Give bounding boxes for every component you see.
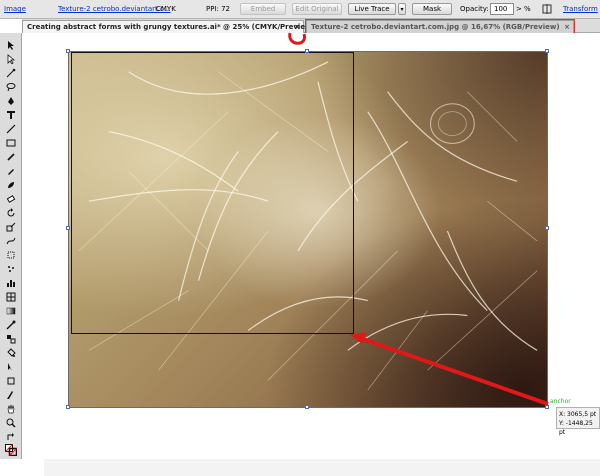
embed-button[interactable]: Embed [240, 3, 286, 15]
zoom-tool-icon[interactable] [3, 417, 19, 428]
warp-tool-icon[interactable] [3, 235, 19, 246]
magic-wand-tool-icon[interactable] [3, 67, 19, 78]
mesh-tool-icon[interactable] [3, 291, 19, 302]
ppi-label: PPI: 72 [206, 5, 230, 13]
smart-guide-anchor-hint: anchor [550, 398, 571, 405]
mask-button[interactable]: Mask [412, 3, 452, 15]
gradient-tool-icon[interactable] [3, 305, 19, 316]
opacity-label: Opacity: [460, 5, 489, 13]
transform-link[interactable]: Transform [563, 4, 598, 14]
selection-marquee[interactable] [71, 52, 354, 334]
tab-document-texture[interactable]: Texture-2 cetrobo.deviantart.com.jpg @ 1… [305, 19, 575, 34]
slice-tool-icon[interactable] [3, 389, 19, 400]
pen-tool-icon[interactable] [3, 95, 19, 106]
bounding-box-handle[interactable] [66, 226, 70, 230]
bounding-box-handle[interactable] [545, 405, 549, 409]
bounding-box-handle[interactable] [66, 49, 70, 53]
blob-brush-tool-icon[interactable] [3, 179, 19, 190]
line-segment-tool-icon[interactable] [3, 123, 19, 134]
bounding-box-handle[interactable] [305, 49, 309, 53]
percent-label: % [524, 5, 531, 13]
close-icon[interactable]: × [294, 21, 300, 33]
rotate-tool-icon[interactable] [3, 207, 19, 218]
type-tool-icon[interactable] [3, 109, 19, 120]
chevron-down-icon: ▾ [400, 6, 404, 13]
tab-document-active[interactable]: Creating abstract forms with grungy text… [22, 20, 315, 33]
y-coordinate: Y: -1448,25 pt [559, 420, 593, 436]
live-paint-bucket-tool-icon[interactable] [3, 347, 19, 358]
control-bar: Image Texture-2 cetrobo.deviantart.c... … [0, 0, 600, 19]
status-strip [44, 459, 600, 476]
blend-tool-icon[interactable] [3, 333, 19, 344]
align-icon[interactable] [542, 4, 552, 17]
document-tab-strip: Creating abstract forms with grungy text… [22, 19, 600, 34]
fill-stroke-swatch-icon[interactable] [3, 443, 19, 457]
opacity-field[interactable]: 100 [490, 3, 514, 15]
free-transform-tool-icon[interactable] [3, 249, 19, 260]
lasso-tool-icon[interactable] [3, 81, 19, 92]
tab-label: Creating abstract forms with grungy text… [27, 23, 315, 31]
edit-original-button[interactable]: Edit Original [292, 3, 342, 15]
eyedropper-tool-icon[interactable] [3, 319, 19, 330]
direct-selection-tool-icon[interactable] [3, 53, 19, 64]
opacity-stepper[interactable]: > [516, 4, 522, 14]
linked-file-link[interactable]: Texture-2 cetrobo.deviantart.c... [58, 4, 171, 14]
tools-panel [0, 33, 22, 459]
swap-colors-icon[interactable] [3, 431, 19, 442]
rectangle-tool-icon[interactable] [3, 137, 19, 148]
close-icon[interactable]: × [564, 21, 570, 33]
eraser-tool-icon[interactable] [3, 193, 19, 204]
coordinates-tooltip: X: 3065,5 pt Y: -1448,25 pt [556, 407, 600, 436]
bounding-box-handle[interactable] [545, 226, 549, 230]
scale-tool-icon[interactable] [3, 221, 19, 232]
symbol-sprayer-tool-icon[interactable] [3, 263, 19, 274]
color-mode-label: CMYK [156, 5, 176, 13]
bounding-box-handle[interactable] [545, 49, 549, 53]
selection-type-link[interactable]: Image [4, 4, 26, 14]
paintbrush-tool-icon[interactable] [3, 151, 19, 162]
bounding-box-handle[interactable] [305, 405, 309, 409]
live-trace-button[interactable]: Live Trace [348, 3, 396, 15]
selection-tool-icon[interactable] [3, 39, 19, 50]
artboard-tool-icon[interactable] [3, 375, 19, 386]
bounding-box-handle[interactable] [66, 405, 70, 409]
x-coordinate: X: 3065,5 pt [559, 411, 597, 418]
column-graph-tool-icon[interactable] [3, 277, 19, 288]
pencil-tool-icon[interactable] [3, 165, 19, 176]
hand-tool-icon[interactable] [3, 403, 19, 414]
live-trace-options-button[interactable]: ▾ [398, 3, 406, 15]
live-paint-selection-tool-icon[interactable] [3, 361, 19, 372]
tab-label: Texture-2 cetrobo.deviantart.com.jpg @ 1… [311, 23, 560, 31]
